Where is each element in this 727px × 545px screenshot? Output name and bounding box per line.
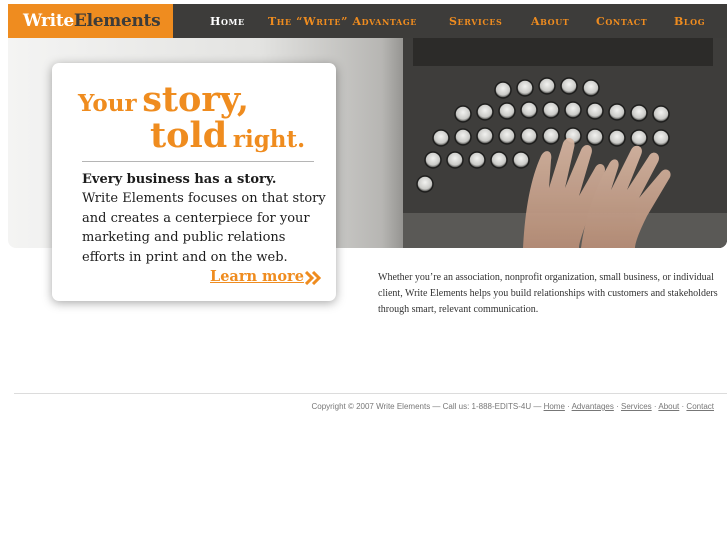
hero-callout-card: Your story, told right. Every business h…	[52, 63, 336, 301]
headline-told: told	[150, 115, 228, 156]
logo-word-write: Write	[23, 11, 74, 31]
footer-link-about[interactable]: About	[658, 402, 679, 411]
footer-copyright: Copyright © 2007 Write Elements — Call u…	[311, 402, 542, 411]
card-lead-text: Every business has a story.	[82, 172, 277, 187]
footer-separator: ·	[681, 402, 685, 411]
hero-headline: Your story, told right.	[52, 63, 336, 163]
site-header: Write Elements Home The “Write” Advantage…	[8, 4, 727, 38]
nav-contact[interactable]: Contact	[596, 15, 647, 28]
card-body: Every business has a story. Write Elemen…	[82, 170, 332, 267]
card-body-text: Write Elements focuses on that story and…	[82, 191, 326, 265]
site-logo[interactable]: Write Elements	[8, 4, 173, 38]
footer-separator: ·	[616, 402, 619, 411]
footer-link-services[interactable]: Services	[621, 402, 652, 411]
footer-link-contact[interactable]: Contact	[686, 402, 714, 411]
intro-paragraph: Whether you’re an association, nonprofit…	[378, 272, 718, 315]
headline-your: Your	[78, 90, 137, 117]
headline-right: right.	[232, 126, 306, 153]
headline-story: story,	[142, 79, 250, 120]
footer-link-home[interactable]: Home	[544, 402, 565, 411]
footer-separator: ·	[567, 402, 570, 411]
nav-services[interactable]: Services	[449, 15, 502, 28]
double-chevron-right-icon[interactable]	[305, 271, 321, 285]
nav-blog[interactable]: Blog	[674, 15, 705, 28]
nav-write-advantage[interactable]: The “Write” Advantage	[268, 15, 417, 28]
nav-about[interactable]: About	[531, 15, 569, 28]
site-footer: Copyright © 2007 Write Elements — Call u…	[312, 402, 715, 411]
learn-more-link[interactable]: Learn more	[210, 268, 304, 285]
nav-home[interactable]: Home	[210, 15, 245, 28]
card-divider	[82, 161, 314, 162]
footer-separator: ·	[653, 402, 657, 411]
footer-divider	[14, 393, 727, 394]
logo-word-elements: Elements	[73, 11, 161, 31]
footer-link-advantages[interactable]: Advantages	[572, 402, 614, 411]
typewriter-photo	[403, 38, 727, 248]
